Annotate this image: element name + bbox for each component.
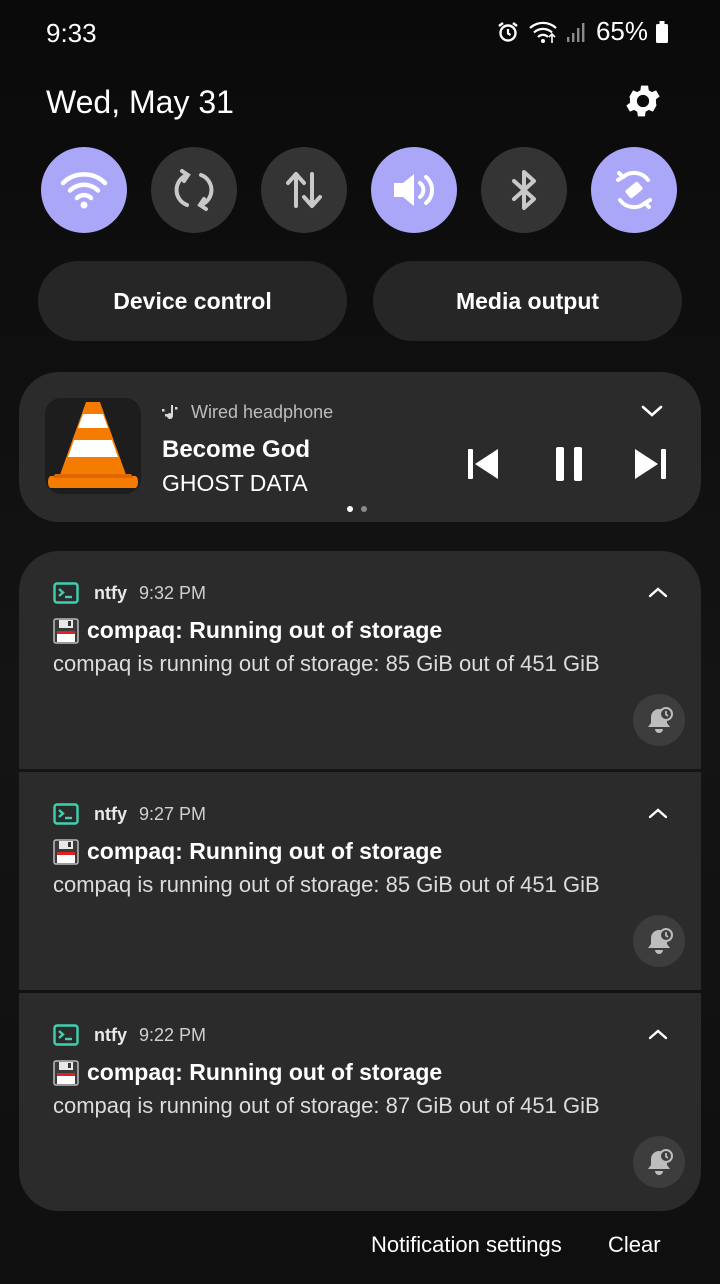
alarm-icon xyxy=(496,20,520,44)
notification-card[interactable]: ntfy 9:27 PM compaq: Running out of stor… xyxy=(19,772,701,990)
date-label: Wed, May 31 xyxy=(46,84,234,120)
bell-snooze-icon xyxy=(648,707,673,733)
rotation-lock-icon xyxy=(616,170,652,210)
tile-bluetooth[interactable] xyxy=(481,147,567,233)
floppy-disk-icon xyxy=(53,838,79,865)
speaker-icon xyxy=(394,174,434,206)
tile-wifi[interactable] xyxy=(41,147,127,233)
terminal-icon xyxy=(53,803,79,830)
notification-app-name: ntfy xyxy=(94,804,127,824)
skip-previous-icon xyxy=(468,449,498,479)
media-player-card[interactable]: Wired headphone Become God GHOST DATA xyxy=(19,372,701,522)
notification-card[interactable]: ntfy 9:22 PM compaq: Running out of stor… xyxy=(19,993,701,1211)
status-icons: 65% xyxy=(496,16,668,47)
device-control-button[interactable]: Device control xyxy=(38,261,347,341)
snooze-button[interactable] xyxy=(633,694,685,746)
tile-sound[interactable] xyxy=(371,147,457,233)
notification-time: 9:22 PM xyxy=(139,1025,207,1045)
notification-title: compaq: Running out of storage xyxy=(87,1059,443,1085)
battery-percent: 65% xyxy=(595,16,648,46)
terminal-icon xyxy=(53,582,79,609)
chevron-up-icon xyxy=(648,808,668,819)
notification-app-name: ntfy xyxy=(94,583,127,603)
notification-title: compaq: Running out of storage xyxy=(87,617,443,643)
next-track-button[interactable] xyxy=(631,444,671,489)
pause-button[interactable] xyxy=(549,444,589,489)
skip-next-icon xyxy=(635,449,666,479)
tile-auto-rotate[interactable] xyxy=(151,147,237,233)
media-page-indicator xyxy=(347,506,367,512)
notification-title-row: compaq: Running out of storage xyxy=(53,617,442,644)
notification-body: compaq is running out of storage: 87 GiB… xyxy=(53,1093,600,1118)
battery-icon xyxy=(656,20,668,43)
notification-title-row: compaq: Running out of storage xyxy=(53,838,442,865)
tile-mobile-data[interactable] xyxy=(261,147,347,233)
page-dot-active xyxy=(347,506,353,512)
wifi-icon xyxy=(528,20,558,44)
notification-card[interactable]: ntfy 9:32 PM compaq: Running out of stor… xyxy=(19,551,701,769)
chevron-up-icon xyxy=(648,587,668,598)
page-dot xyxy=(361,506,367,512)
output-device-text: Wired headphone xyxy=(191,402,334,422)
vlc-cone-icon xyxy=(45,398,141,494)
floppy-disk-icon xyxy=(53,1059,79,1086)
media-title: Become God xyxy=(162,436,311,463)
tile-rotation-lock[interactable] xyxy=(591,147,677,233)
clear-button[interactable]: Clear xyxy=(608,1232,661,1258)
media-output-button[interactable]: Media output xyxy=(373,261,682,341)
bell-snooze-icon xyxy=(648,928,673,954)
settings-gear-button[interactable] xyxy=(622,80,664,122)
notification-body: compaq is running out of storage: 85 GiB… xyxy=(53,872,600,897)
collapse-chevron-button[interactable] xyxy=(647,585,669,604)
collapse-chevron-button[interactable] xyxy=(647,1027,669,1046)
notification-title: compaq: Running out of storage xyxy=(87,838,443,864)
snooze-button[interactable] xyxy=(633,915,685,967)
notification-app-name: ntfy xyxy=(94,1025,127,1045)
status-time: 9:33 xyxy=(46,18,97,48)
wifi-icon xyxy=(60,172,108,209)
notification-time: 9:32 PM xyxy=(139,583,207,603)
terminal-icon xyxy=(53,1024,79,1051)
notification-settings-link[interactable]: Notification settings xyxy=(371,1232,562,1258)
media-artist: GHOST DATA xyxy=(162,470,308,496)
floppy-disk-icon xyxy=(53,617,79,644)
expand-chevron-button[interactable] xyxy=(639,402,665,425)
data-transfer-icon xyxy=(286,172,322,208)
bell-snooze-icon xyxy=(648,1149,673,1175)
signal-icon xyxy=(566,21,588,43)
collapse-chevron-button[interactable] xyxy=(647,806,669,825)
snooze-button[interactable] xyxy=(633,1136,685,1188)
music-note-icon xyxy=(162,404,178,419)
previous-track-button[interactable] xyxy=(464,444,504,489)
pause-icon xyxy=(556,447,582,481)
bluetooth-icon xyxy=(512,170,536,210)
gear-icon xyxy=(626,85,660,117)
notification-time: 9:27 PM xyxy=(139,804,207,824)
notification-title-row: compaq: Running out of storage xyxy=(53,1059,442,1086)
notification-body: compaq is running out of storage: 85 GiB… xyxy=(53,651,600,676)
chevron-down-icon xyxy=(641,405,663,417)
auto-rotate-icon xyxy=(174,169,214,211)
chevron-up-icon xyxy=(648,1029,668,1040)
media-output-label: Wired headphone xyxy=(161,402,333,423)
